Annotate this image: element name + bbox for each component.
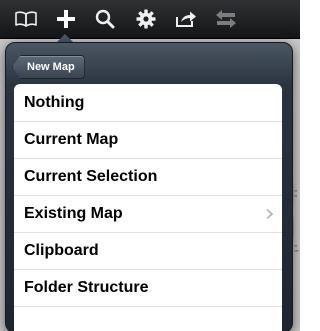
new-map-options-list: Nothing Current Map Current Selection Ex… xyxy=(14,84,282,331)
settings-button[interactable] xyxy=(132,5,160,33)
option-label: Existing Map xyxy=(24,205,123,222)
option-label: Folder Structure xyxy=(24,279,149,296)
option-label: Current Selection xyxy=(24,168,158,185)
option-label: Current Map xyxy=(24,131,119,148)
option-folder-structure[interactable]: Folder Structure xyxy=(14,270,282,307)
share-button[interactable] xyxy=(172,5,200,33)
option-label: Nothing xyxy=(24,93,85,111)
book-icon xyxy=(15,11,37,27)
option-existing-map[interactable]: Existing Map xyxy=(14,196,282,233)
add-button[interactable] xyxy=(52,5,80,33)
back-button-new-map[interactable]: New Map xyxy=(12,55,85,79)
option-current-map[interactable]: Current Map xyxy=(14,122,282,159)
undo-redo-icon xyxy=(216,10,236,28)
option-current-selection[interactable]: Current Selection xyxy=(14,159,282,196)
plus-icon xyxy=(57,10,75,28)
share-icon xyxy=(176,11,196,27)
library-button[interactable] xyxy=(12,5,40,33)
search-icon xyxy=(95,9,115,29)
toolbar xyxy=(0,0,300,39)
app-screen: ▪▪▪ ▪▪ ▪▪▪ ▪▪ ▪▪▪ ▪▪▪ ▪▪ ▪▪▪ ▪▪▪ xyxy=(0,0,300,331)
chevron-right-icon xyxy=(266,208,273,220)
undo-redo-button[interactable] xyxy=(212,5,240,33)
option-label: Clipboard xyxy=(24,242,99,259)
search-button[interactable] xyxy=(91,5,119,33)
option-nothing[interactable]: Nothing xyxy=(14,84,282,122)
option-clipboard[interactable]: Clipboard xyxy=(14,233,282,270)
gear-icon xyxy=(136,9,156,29)
